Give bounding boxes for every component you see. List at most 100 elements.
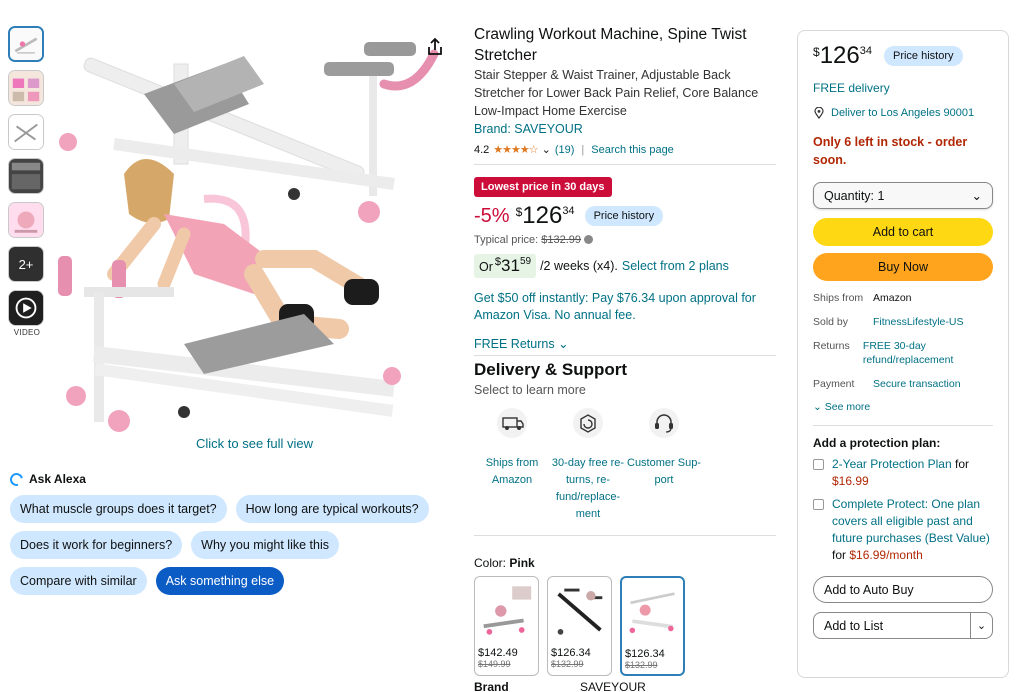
free-delivery-link[interactable]: FREE delivery [813, 81, 993, 95]
discount-percent: -5% [474, 205, 510, 227]
alexa-chip[interactable]: What muscle groups does it target? [10, 495, 227, 523]
variant-old-price: $132.99 [625, 660, 658, 670]
feature-ships-from[interactable]: Ships from Amazon [474, 407, 550, 523]
review-count-link[interactable]: (19) [555, 144, 575, 156]
returns-policy-link[interactable]: FREE 30-day refund/replacement [863, 339, 993, 367]
feature-label: Customer Sup-port [627, 457, 701, 486]
brand-spec-label: Brand [474, 680, 509, 692]
thumbnail-image[interactable] [8, 70, 44, 106]
alexa-suggestions: What muscle groups does it target? How l… [10, 495, 450, 603]
chevron-down-icon: ⌄ [971, 189, 982, 203]
chevron-down-icon: ⌄ [558, 337, 569, 351]
thumbnail-image[interactable] [8, 26, 44, 62]
secure-transaction-link[interactable]: Secure transaction [873, 377, 961, 391]
alexa-icon [7, 470, 26, 488]
protection-checkbox[interactable] [813, 499, 824, 510]
delivery-support-title: Delivery & Support [474, 360, 628, 379]
rating-row: 4.2 ★★★★☆ ⌄ (19) | Search this page [474, 143, 776, 165]
ships-from-row: Ships from Amazon [813, 291, 993, 305]
price-currency: $ [515, 205, 523, 219]
headset-icon [649, 408, 679, 438]
buybox-price: $ 126 34 Price history [813, 43, 993, 69]
add-to-list-button[interactable]: Add to List ⌄ [813, 612, 993, 639]
variant-option[interactable]: $126.34 $132.99 [547, 576, 612, 676]
video-thumbnail[interactable] [8, 290, 44, 326]
ask-alexa-heading: Ask Alexa [7, 470, 86, 488]
protection-price: $16.99 [832, 474, 869, 488]
deliver-to-text: Deliver to Los Angeles 90001 [831, 107, 975, 119]
full-view-link[interactable]: Click to see full view [196, 436, 313, 451]
variant-old-price: $149.99 [478, 659, 511, 669]
variant-option-selected[interactable]: $126.34 $132.99 [620, 576, 685, 676]
returns-label: Returns [813, 340, 850, 352]
alexa-chip[interactable]: Compare with similar [10, 567, 147, 595]
protection-plan-link[interactable]: 2-Year Protection Plan [832, 457, 952, 471]
video-label: VIDEO [13, 328, 41, 337]
chevron-down-icon[interactable]: ⌄ [970, 613, 992, 638]
price-history-button[interactable]: Price history [584, 206, 664, 226]
thumbnail-image[interactable] [8, 114, 44, 150]
sold-by-label: Sold by [813, 316, 849, 328]
plan-for-label: for [832, 548, 847, 562]
stock-status: Only 6 left in stock - order soon. [813, 135, 968, 167]
main-product-image[interactable] [54, 24, 450, 434]
alexa-chip[interactable]: Why you might like this [191, 531, 339, 559]
ask-something-else-button[interactable]: Ask something else [155, 567, 285, 595]
truck-icon [497, 408, 527, 438]
quantity-value: Quantity: 1 [824, 188, 885, 203]
see-more-label: See more [824, 401, 871, 413]
complete-protect-link[interactable]: Complete Protect: One plan covers all el… [832, 497, 990, 545]
variant-old-price: $132.99 [551, 659, 584, 669]
return-box-icon [573, 408, 603, 438]
feature-support[interactable]: Customer Sup-port [626, 407, 702, 523]
add-to-auto-buy-button[interactable]: Add to Auto Buy [813, 576, 993, 603]
buybox-price-history-button[interactable]: Price history [883, 46, 963, 66]
visa-offer-link[interactable]: Get $50 off instantly: Pay $76.34 upon a… [474, 290, 776, 324]
protection-plan-title: Add a protection plan: [813, 436, 941, 450]
thumbnail-image[interactable] [8, 158, 44, 194]
chevron-down-icon[interactable]: ⌄ [542, 143, 551, 156]
quantity-select[interactable]: Quantity: 1 ⌄ [813, 182, 993, 209]
plan-or: Or [479, 260, 493, 274]
plan-whole: 31 [501, 256, 520, 275]
more-images-thumbnail[interactable]: 2+ [8, 246, 44, 282]
seller-link[interactable]: FitnessLifestyle-US [873, 315, 963, 329]
ask-alexa-title: Ask Alexa [29, 472, 86, 486]
info-icon[interactable] [584, 235, 594, 244]
deliver-to-link[interactable]: Deliver to Los Angeles 90001 [813, 107, 993, 119]
buybox-price-whole: 126 [819, 42, 860, 69]
add-to-cart-button[interactable]: Add to cart [813, 218, 993, 246]
feature-icons: Ships from Amazon 30-day free re-turns, … [474, 407, 776, 536]
buy-now-button[interactable]: Buy Now [813, 253, 993, 281]
returns-row: Returns FREE 30-day refund/replacement [813, 339, 993, 367]
protection-checkbox[interactable] [813, 459, 824, 470]
variant-option[interactable]: $142.49 $149.99 [474, 576, 539, 676]
free-returns-link[interactable]: FREE Returns ⌄ [474, 336, 776, 356]
product-details: Crawling Workout Machine, Spine Twist St… [474, 24, 776, 676]
see-more-link[interactable]: ⌄ See more [813, 401, 993, 426]
plan-for-label: for [954, 457, 969, 471]
color-label: Color: [474, 556, 507, 570]
delivery-support-subtitle: Select to learn more [474, 383, 586, 397]
sold-by-row: Sold by FitnessLifestyle-US [813, 315, 993, 329]
thumbnail-image[interactable] [8, 202, 44, 238]
protection-price: $16.99/month [849, 548, 923, 562]
price-block: -5% $ 126 34 Price history [474, 203, 776, 229]
share-icon[interactable] [424, 36, 446, 58]
thumbnail-strip: 2+ VIDEO [8, 26, 46, 337]
color-selector-label: Color: Pink [474, 556, 776, 570]
alexa-chip[interactable]: How long are typical workouts? [235, 495, 429, 523]
buy-box: $ 126 34 Price history FREE delivery Del… [797, 30, 1009, 678]
select-plans-link[interactable]: Select from 2 plans [622, 259, 729, 273]
divider: | [581, 143, 585, 156]
feature-returns[interactable]: 30-day free re-turns, re-fund/replace-me… [550, 407, 626, 523]
protection-option: Complete Protect: One plan covers all el… [813, 496, 993, 564]
alexa-chip[interactable]: Does it work for beginners? [10, 531, 183, 559]
star-rating-icon[interactable]: ★★★★☆ [493, 143, 538, 156]
search-page-link[interactable]: Search this page [591, 144, 674, 156]
protection-option: 2-Year Protection Plan for $16.99 [813, 456, 993, 490]
color-value: Pink [509, 556, 535, 570]
product-subtitle: Stair Stepper & Waist Trainer, Adjustabl… [474, 68, 759, 118]
plan-cents: 59 [519, 256, 532, 267]
brand-link[interactable]: Brand: SAVEYOUR [474, 120, 776, 138]
